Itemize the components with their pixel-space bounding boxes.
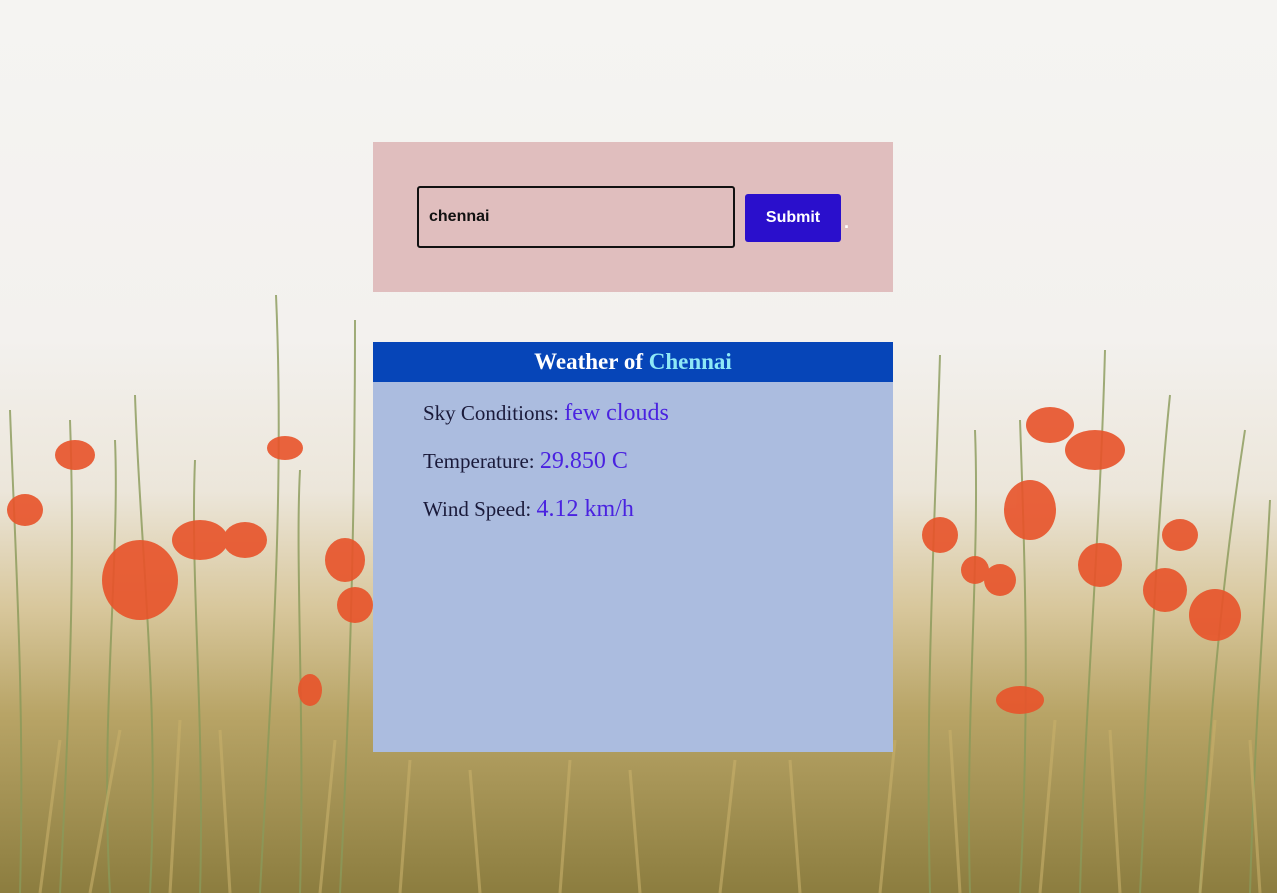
temperature-label: Temperature: — [423, 449, 535, 473]
sky-conditions-label: Sky Conditions: — [423, 401, 559, 425]
search-panel: Submit . — [373, 142, 893, 292]
city-search-input[interactable] — [417, 186, 735, 248]
weather-header: Weather of Chennai — [373, 342, 893, 382]
temperature-row: Temperature: 29.850 C — [423, 448, 628, 475]
sky-conditions-row: Sky Conditions: few clouds — [423, 400, 669, 427]
weather-result-panel: Weather of Chennai Sky Conditions: few c… — [373, 342, 893, 752]
sky-conditions-value: few clouds — [564, 400, 669, 426]
wind-speed-value: 4.12 km/h — [536, 496, 634, 522]
header-prefix: Weather of — [534, 349, 643, 374]
submit-button[interactable]: Submit — [745, 194, 841, 242]
temperature-value: 29.850 C — [539, 448, 628, 474]
wind-speed-label: Wind Speed: — [423, 497, 532, 521]
wind-speed-row: Wind Speed: 4.12 km/h — [423, 496, 634, 523]
trailing-dot: . — [844, 212, 850, 232]
city-name: Chennai — [648, 349, 732, 374]
